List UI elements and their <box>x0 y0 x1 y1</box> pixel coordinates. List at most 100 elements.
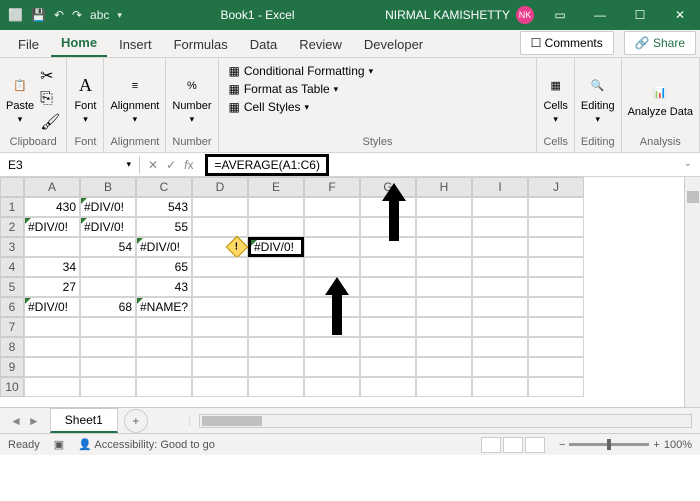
row-header[interactable]: 3 <box>0 237 24 257</box>
cell[interactable] <box>360 337 416 357</box>
cell[interactable] <box>136 337 192 357</box>
tab-home[interactable]: Home <box>51 30 107 57</box>
conditional-formatting-button[interactable]: ▦ Conditional Formatting ▾ <box>229 64 527 78</box>
cell[interactable] <box>472 237 528 257</box>
cell[interactable] <box>416 337 472 357</box>
analyze-data-button[interactable]: 📊Analyze Data <box>628 80 693 118</box>
cell[interactable] <box>528 237 584 257</box>
tab-insert[interactable]: Insert <box>109 32 162 57</box>
paste-button[interactable]: 📋 Paste ▾ <box>6 74 34 125</box>
cell[interactable]: #DIV/0! <box>136 237 192 257</box>
formula-bar[interactable]: =AVERAGE(A1:C6) ⌄ <box>201 154 700 176</box>
cell[interactable]: 68 <box>80 297 136 317</box>
cell[interactable] <box>80 317 136 337</box>
cell[interactable] <box>360 257 416 277</box>
cell[interactable] <box>472 317 528 337</box>
cell[interactable] <box>416 217 472 237</box>
cell[interactable] <box>248 337 304 357</box>
format-painter-icon[interactable]: 🖌 <box>40 112 60 132</box>
user-avatar[interactable]: NK <box>516 6 534 24</box>
cell[interactable] <box>192 257 248 277</box>
cell[interactable] <box>192 277 248 297</box>
redo-icon[interactable]: ↷ <box>72 8 82 22</box>
cell[interactable] <box>360 317 416 337</box>
close-icon[interactable]: ✕ <box>660 0 700 30</box>
cell[interactable] <box>528 317 584 337</box>
cell[interactable] <box>416 197 472 217</box>
cell[interactable] <box>80 277 136 297</box>
cell[interactable] <box>528 197 584 217</box>
zoom-out-icon[interactable]: − <box>559 439 565 451</box>
column-header[interactable]: B <box>80 177 136 197</box>
horizontal-scrollbar[interactable] <box>199 414 692 428</box>
page-layout-view-icon[interactable] <box>503 437 523 453</box>
macro-record-icon[interactable]: ▣ <box>54 438 64 451</box>
cut-icon[interactable]: ✂ <box>40 66 60 86</box>
next-sheet-icon[interactable]: ► <box>28 414 40 428</box>
cell[interactable] <box>304 377 360 397</box>
column-header[interactable]: E <box>248 177 304 197</box>
cell[interactable]: 34 <box>24 257 80 277</box>
vertical-scrollbar[interactable] <box>684 177 700 407</box>
format-as-table-button[interactable]: ▦ Format as Table ▾ <box>229 82 527 96</box>
cell[interactable] <box>80 357 136 377</box>
cell[interactable]: 27 <box>24 277 80 297</box>
cell[interactable] <box>304 337 360 357</box>
column-header[interactable]: A <box>24 177 80 197</box>
normal-view-icon[interactable] <box>481 437 501 453</box>
cell[interactable] <box>192 377 248 397</box>
cancel-formula-icon[interactable]: ✕ <box>148 158 158 172</box>
cells-button[interactable]: ▦Cells▾ <box>543 74 567 125</box>
alignment-button[interactable]: ≡Alignment▾ <box>110 74 159 125</box>
cell[interactable] <box>192 317 248 337</box>
column-header[interactable]: J <box>528 177 584 197</box>
share-button[interactable]: 🔗 Share <box>624 31 696 55</box>
cell[interactable] <box>304 357 360 377</box>
cell[interactable] <box>472 277 528 297</box>
expand-formula-icon[interactable]: ⌄ <box>684 158 692 169</box>
cell[interactable] <box>472 337 528 357</box>
cell[interactable] <box>24 357 80 377</box>
autosave-toggle[interactable]: ⬜ <box>8 8 23 22</box>
column-header[interactable]: C <box>136 177 192 197</box>
cell[interactable] <box>136 357 192 377</box>
cell[interactable] <box>304 197 360 217</box>
row-header[interactable]: 10 <box>0 377 24 397</box>
cell[interactable] <box>192 197 248 217</box>
cell[interactable] <box>248 217 304 237</box>
cell[interactable] <box>24 317 80 337</box>
cell[interactable] <box>248 197 304 217</box>
cell[interactable]: 543 <box>136 197 192 217</box>
cell[interactable] <box>528 357 584 377</box>
page-break-view-icon[interactable] <box>525 437 545 453</box>
cell[interactable] <box>24 237 80 257</box>
cell[interactable] <box>416 237 472 257</box>
cell[interactable] <box>416 297 472 317</box>
minimize-icon[interactable]: — <box>580 0 620 30</box>
undo-icon[interactable]: ↶ <box>54 8 64 22</box>
cell[interactable] <box>528 377 584 397</box>
cell[interactable] <box>416 277 472 297</box>
tab-file[interactable]: File <box>8 32 49 57</box>
tab-developer[interactable]: Developer <box>354 32 433 57</box>
cell[interactable] <box>472 197 528 217</box>
cell[interactable] <box>192 297 248 317</box>
row-header[interactable]: 5 <box>0 277 24 297</box>
cell[interactable] <box>136 377 192 397</box>
font-button[interactable]: AFont▾ <box>73 74 97 125</box>
maximize-icon[interactable]: ☐ <box>620 0 660 30</box>
fx-icon[interactable]: fx <box>184 158 193 172</box>
enter-formula-icon[interactable]: ✓ <box>166 158 176 172</box>
cell[interactable] <box>472 257 528 277</box>
column-header[interactable]: H <box>416 177 472 197</box>
cell[interactable] <box>304 217 360 237</box>
save-icon[interactable]: 💾 <box>31 8 46 22</box>
zoom-in-icon[interactable]: + <box>653 439 659 451</box>
cell[interactable]: #DIV/0! <box>80 197 136 217</box>
editing-button[interactable]: 🔍Editing▾ <box>581 74 615 125</box>
cell[interactable] <box>80 257 136 277</box>
ribbon-display-icon[interactable]: ▭ <box>540 0 580 30</box>
cell[interactable] <box>360 277 416 297</box>
cell[interactable] <box>136 317 192 337</box>
row-header[interactable]: 6 <box>0 297 24 317</box>
